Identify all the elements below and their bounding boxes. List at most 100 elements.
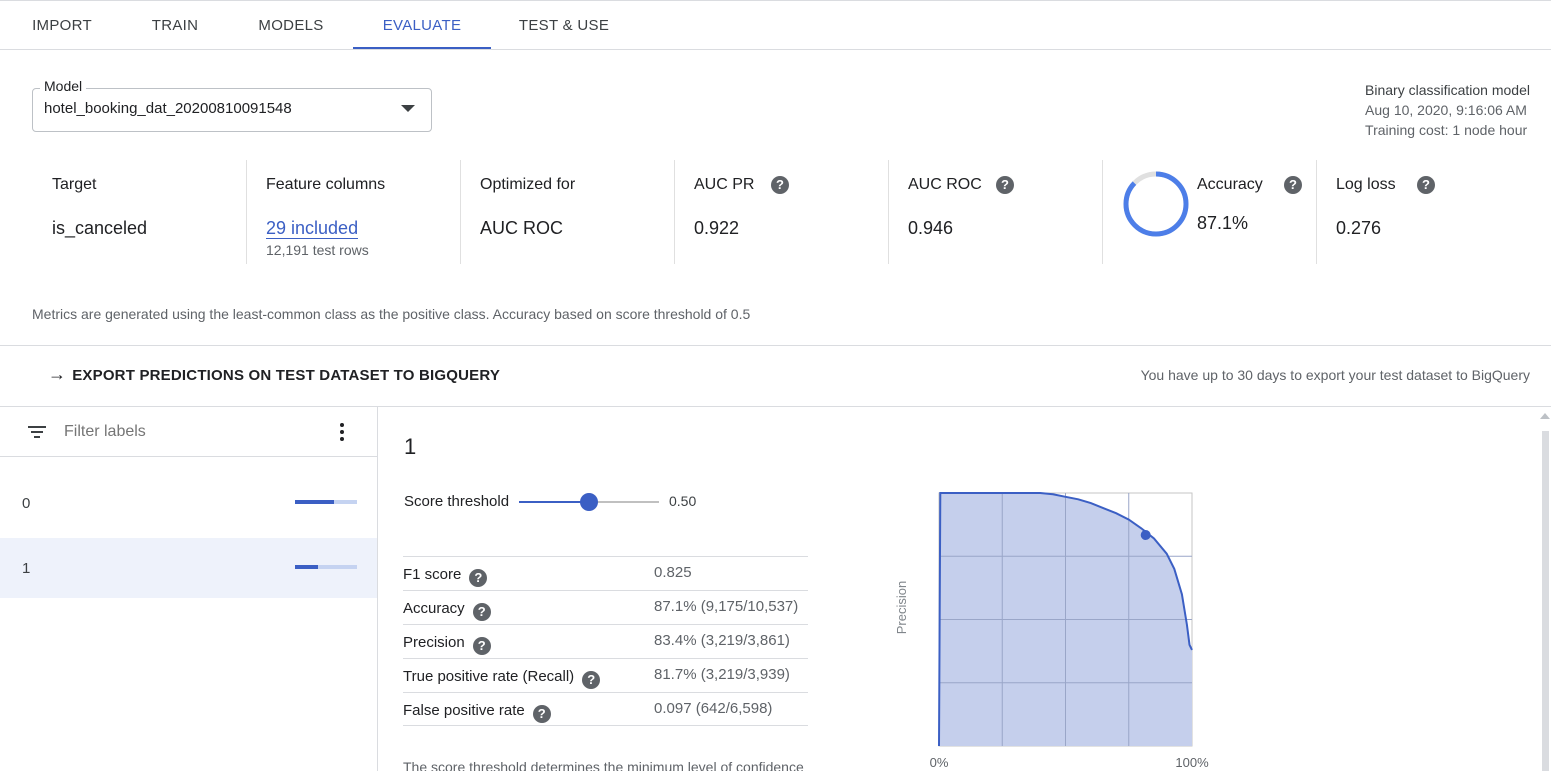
stat-name: F1 score? [403, 566, 488, 587]
help-icon[interactable]: ? [996, 176, 1014, 194]
x-tick-label: 100% [1175, 755, 1209, 770]
metric-value: 0.922 [694, 218, 740, 238]
divider [246, 160, 247, 264]
help-icon[interactable]: ? [1417, 176, 1435, 194]
accuracy-ring-chart [1123, 171, 1189, 237]
divider [888, 160, 889, 264]
metric-value: AUC ROC [480, 218, 564, 238]
metric-optimized-for: Optimized for AUC ROC [480, 160, 670, 264]
selected-label-title: 1 [404, 434, 417, 459]
export-predictions-button[interactable]: → EXPORT PREDICTIONS ON TEST DATASET TO B… [48, 364, 500, 385]
metric-label: AUC PR [694, 176, 755, 193]
label-item-1[interactable]: 1 [0, 538, 377, 598]
arrow-right-icon: → [48, 364, 67, 384]
metric-auc-roc: AUC ROC ? 0.946 [908, 160, 1098, 264]
label-item-0[interactable]: 0 [0, 473, 377, 533]
scrollbar[interactable] [1540, 413, 1551, 771]
filter-row [0, 407, 377, 457]
metric-value: is_canceled [52, 218, 148, 238]
label-name: 0 [22, 495, 31, 512]
metric-label: AUC ROC [908, 176, 982, 193]
metrics-note: Metrics are generated using the least-co… [32, 306, 751, 322]
help-icon[interactable]: ? [472, 637, 491, 655]
label-name: 1 [22, 560, 31, 577]
test-rows-count: 12,191 test rows [266, 242, 369, 258]
tab-bar: IMPORT TRAIN MODELS EVALUATE TEST & USE [0, 0, 1551, 50]
export-note: You have up to 30 days to export your te… [1140, 367, 1530, 383]
model-select-value: hotel_booking_dat_20200810091548 [44, 100, 292, 117]
score-threshold-value: 0.50 [669, 493, 697, 509]
label-distribution-fill [295, 565, 318, 569]
help-icon[interactable]: ? [472, 603, 491, 621]
stat-value: 83.4% (3,219/3,861) [654, 632, 790, 649]
stat-value: 0.097 (642/6,598) [654, 700, 773, 717]
help-icon[interactable]: ? [532, 705, 551, 723]
metric-label: Accuracy [1197, 176, 1263, 193]
stat-row-precision: Precision? 83.4% (3,219/3,861) [403, 624, 808, 658]
stat-name-text: False positive rate [403, 702, 525, 719]
slider-fill [519, 501, 589, 503]
threshold-point [1140, 529, 1151, 540]
tab-evaluate[interactable]: EVALUATE [353, 1, 491, 49]
feature-columns-link-text[interactable]: 29 included [266, 218, 359, 239]
y-axis-label: Precision [894, 581, 909, 634]
help-icon[interactable]: ? [582, 671, 601, 689]
stat-name-text: F1 score [403, 566, 462, 583]
divider [1102, 160, 1103, 264]
export-button-label: EXPORT PREDICTIONS ON TEST DATASET TO BI… [72, 367, 501, 384]
tab-models[interactable]: MODELS [244, 1, 338, 49]
tab-test-and-use[interactable]: TEST & USE [506, 1, 622, 49]
stat-name: Accuracy? [403, 600, 491, 621]
help-icon[interactable]: ? [1284, 176, 1302, 194]
divider [460, 160, 461, 264]
training-cost: Training cost: 1 node hour [1365, 122, 1528, 138]
divider [1316, 160, 1317, 264]
stat-row-accuracy: Accuracy? 87.1% (9,175/10,537) [403, 590, 808, 624]
label-distribution-bar [295, 565, 357, 569]
filter-labels-input[interactable] [64, 423, 314, 441]
score-threshold-label: Score threshold [404, 493, 510, 510]
metric-auc-pr: AUC PR ? 0.922 [694, 160, 884, 264]
dropdown-arrow-icon[interactable] [401, 105, 415, 112]
stat-name: Precision? [403, 634, 491, 655]
stat-row-recall: True positive rate (Recall)? 81.7% (3,21… [403, 658, 808, 692]
tab-import[interactable]: IMPORT [16, 1, 108, 49]
metric-feature-columns: Feature columns 29 included 12,191 test … [266, 160, 456, 264]
divider [674, 160, 675, 264]
stat-name-text: True positive rate (Recall) [403, 668, 575, 685]
stat-value: 81.7% (3,219/3,939) [654, 666, 790, 683]
label-distribution-fill [295, 500, 335, 504]
metric-label: Optimized for [480, 176, 576, 193]
model-select-label: Model [40, 78, 87, 94]
stats-table: F1 score? 0.825 Accuracy? 87.1% (9,175/1… [403, 556, 808, 726]
stat-row-f1: F1 score? 0.825 [403, 556, 808, 590]
scroll-up-arrow-icon[interactable] [1540, 413, 1550, 419]
threshold-description: The score threshold determines the minim… [403, 759, 804, 771]
feature-columns-link[interactable]: 29 included [266, 218, 359, 239]
metric-accuracy: Accuracy ? 87.1% [1118, 160, 1312, 264]
metric-value: 0.276 [1336, 218, 1382, 238]
help-icon[interactable]: ? [469, 569, 488, 587]
slider-thumb[interactable] [580, 493, 598, 511]
metric-target: Target is_canceled [52, 160, 242, 264]
filter-icon[interactable] [28, 426, 46, 440]
tab-train[interactable]: TRAIN [138, 1, 212, 49]
help-icon[interactable]: ? [771, 176, 789, 194]
metric-value: 87.1% [1197, 213, 1249, 233]
stat-value: 0.825 [654, 564, 692, 581]
labels-panel: 0 1 [0, 407, 378, 771]
precision-recall-chart: Precision 0% 100% [894, 492, 1209, 770]
metric-label: Target [52, 176, 97, 193]
stat-name-text: Accuracy [403, 600, 465, 617]
metric-log-loss: Log loss ? 0.276 [1336, 160, 1526, 264]
stat-name: True positive rate (Recall)? [403, 668, 601, 689]
stat-name-text: Precision [403, 634, 465, 651]
more-vert-icon[interactable] [340, 423, 344, 441]
stat-row-fpr: False positive rate? 0.097 (642/6,598) [403, 692, 808, 726]
x-tick-label: 0% [930, 755, 949, 770]
scrollbar-thumb[interactable] [1542, 431, 1549, 771]
metric-label: Log loss [1336, 176, 1396, 193]
divider [0, 345, 1551, 346]
label-distribution-bar [295, 500, 357, 504]
model-type: Binary classification model [1365, 82, 1530, 98]
